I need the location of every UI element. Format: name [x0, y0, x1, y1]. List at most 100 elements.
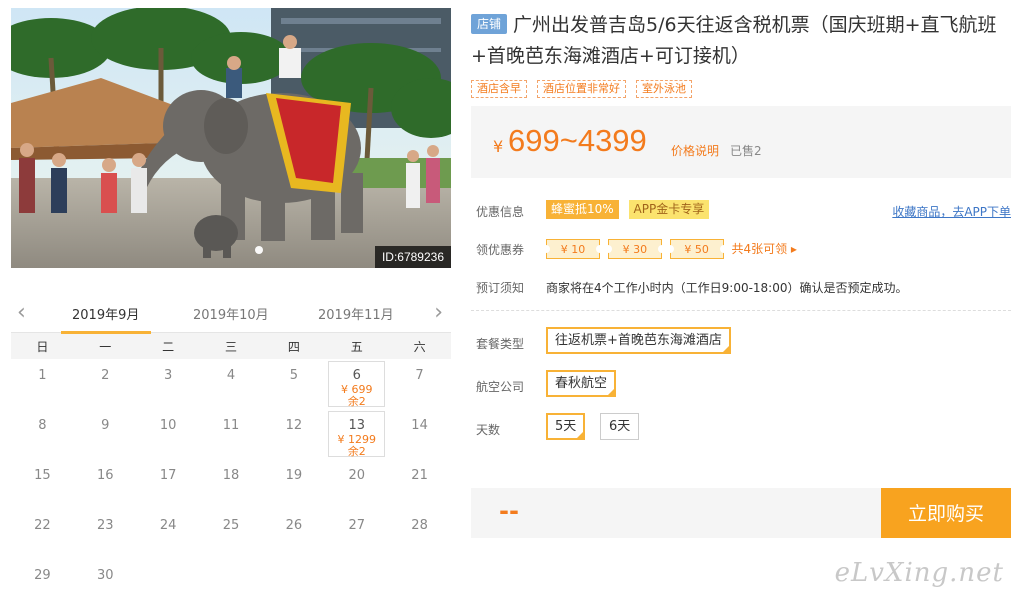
calendar-day: 24 [137, 509, 200, 559]
day-number: 1 [38, 368, 47, 383]
chevron-right-icon[interactable]: › [434, 300, 443, 325]
calendar-day: 20 [325, 459, 388, 509]
day-number: 22 [34, 518, 51, 533]
package-row: 套餐类型 往返机票+首晚芭东海滩酒店 [471, 321, 1011, 364]
weekday-label: 二 [162, 339, 175, 354]
month-tab-sep[interactable]: 2019年9月 [72, 304, 139, 323]
day-number: 18 [222, 468, 240, 483]
day-number: 16 [97, 468, 114, 483]
day-remaining: 余2 [347, 445, 366, 458]
section-divider [471, 310, 1011, 311]
booking-notice-label: 预订须知 [476, 281, 525, 295]
month-tab-oct[interactable]: 2019年10月 [193, 304, 269, 323]
coupon-10[interactable]: ¥ 10 [542, 239, 604, 259]
calendar-day: 27 [325, 509, 388, 559]
day-number: 23 [97, 518, 114, 533]
day-number: 3 [163, 368, 173, 383]
day-number: 21 [411, 468, 428, 483]
calendar-day: 11 [200, 409, 263, 459]
app-gold-card-chip: APP金卡专享 [628, 200, 710, 219]
day-number: 8 [38, 418, 47, 433]
day-number: 17 [159, 468, 177, 483]
coupons-row: 领优惠券 ¥ 10 ¥ 30 ¥ 50 共4张可领 ▸ [471, 228, 1011, 266]
booking-notice-text: 商家将在4个工作小时内（工作日9:00-18:00）确认是否预定成功。 [546, 281, 908, 295]
price-calendar: ‹ 2019年9月 2019年10月 2019年11月 › 日 一 二 三 四 … [11, 294, 451, 609]
calendar-day: 18 [200, 459, 263, 509]
buy-bar: -- 立即购买 [471, 488, 1011, 538]
calendar-day: 23 [74, 509, 137, 559]
weekday-label: 三 [225, 339, 238, 354]
day-number: 5 [289, 368, 298, 383]
more-coupons-link[interactable]: 共4张可领 ▸ [731, 242, 796, 256]
month-tab-nov[interactable]: 2019年11月 [318, 304, 394, 323]
day-number: 2 [101, 368, 110, 383]
weekday-label: 六 [413, 339, 426, 354]
product-title-row: 店铺 广州出发普吉岛5/6天往返含税机票（国庆班期+直飞航班+首晚芭东海滩酒店+可… [471, 10, 1011, 72]
price-range: 699~4399 [508, 123, 647, 158]
calendar-day: 17 [137, 459, 200, 509]
watermark: eLvXing.net [834, 558, 1004, 588]
elephant-photo-illustration [11, 8, 451, 268]
honey-discount-chip: 蜂蜜抵10% [546, 200, 619, 219]
day-number: 12 [285, 418, 303, 433]
shop-badge[interactable]: 店铺 [471, 14, 508, 34]
day-number: 30 [97, 568, 114, 583]
calendar-day-available[interactable]: 6 ¥ 699 余2 [328, 361, 386, 408]
airline-option[interactable]: 春秋航空 [546, 370, 617, 397]
airline-label: 航空公司 [476, 380, 525, 394]
chevron-left-icon[interactable]: ‹ [17, 300, 26, 325]
total-price-placeholder: -- [499, 497, 519, 525]
day-number: 20 [348, 468, 365, 483]
calendar-day: 15 [11, 459, 74, 509]
price-explanation-link[interactable]: 价格说明 [671, 142, 719, 159]
calendar-day: 28 [388, 509, 451, 559]
calendar-day-available[interactable]: 13 ¥ 1299 余2 [328, 411, 386, 458]
calendar-day: 9 [74, 409, 137, 459]
calendar-day: 12 [262, 409, 325, 459]
calendar-month-nav: ‹ 2019年9月 2019年10月 2019年11月 › [11, 294, 451, 334]
days-row: 天数 5天 6天 [471, 407, 1011, 450]
calendar-day: 26 [262, 509, 325, 559]
buy-now-button[interactable]: 立即购买 [881, 488, 1011, 538]
package-label: 套餐类型 [476, 337, 525, 351]
calendar-grid: 1 2 3 4 5 6 ¥ 699 余2 7 8 9 10 11 12 13 ¥ 1299 余2 14 15 16 17… [11, 359, 451, 609]
calendar-day: 7 [388, 359, 451, 409]
day-number: 6 [352, 368, 361, 383]
calendar-day: 19 [262, 459, 325, 509]
active-month-indicator [61, 331, 151, 334]
day-number: 15 [34, 468, 51, 483]
product-photo[interactable]: ID:6789236 [11, 8, 451, 268]
day-number: 11 [222, 418, 240, 433]
calendar-day: 25 [200, 509, 263, 559]
day-number: 14 [411, 418, 428, 433]
photo-id-label: ID:6789236 [374, 246, 451, 268]
calendar-day: 30 [74, 559, 137, 609]
favorite-app-link[interactable]: 收藏商品，去APP下单 [892, 203, 1011, 220]
day-number: 4 [226, 368, 236, 383]
calendar-day: 10 [137, 409, 200, 459]
calendar-day: 14 [388, 409, 451, 459]
weekday-label: 五 [350, 339, 363, 354]
days-option-5[interactable]: 5天 [546, 413, 586, 440]
calendar-day: 4 [200, 359, 263, 409]
offers-row: 优惠信息 蜂蜜抵10% APP金卡专享 收藏商品，去APP下单 [471, 190, 1011, 228]
day-number: 26 [285, 518, 303, 533]
weekday-label: 四 [287, 339, 300, 354]
calendar-day: 16 [74, 459, 137, 509]
package-option[interactable]: 往返机票+首晚芭东海滩酒店 [546, 327, 731, 354]
days-label: 天数 [476, 423, 501, 437]
calendar-day: 3 [137, 359, 200, 409]
coupon-50[interactable]: ¥ 50 [665, 239, 728, 259]
currency-symbol: ¥ [493, 137, 504, 156]
day-number: 28 [411, 518, 428, 533]
calendar-day: 22 [11, 509, 74, 559]
days-option-6[interactable]: 6天 [600, 413, 640, 440]
feature-tag: 室外泳池 [636, 80, 692, 98]
day-number: 9 [101, 418, 110, 433]
day-remaining: 余2 [347, 395, 366, 408]
calendar-day: 29 [11, 559, 74, 609]
feature-tag: 酒店含早 [471, 80, 527, 98]
carousel-dot[interactable] [255, 246, 263, 254]
calendar-day: 21 [388, 459, 451, 509]
coupon-30[interactable]: ¥ 30 [603, 239, 666, 259]
